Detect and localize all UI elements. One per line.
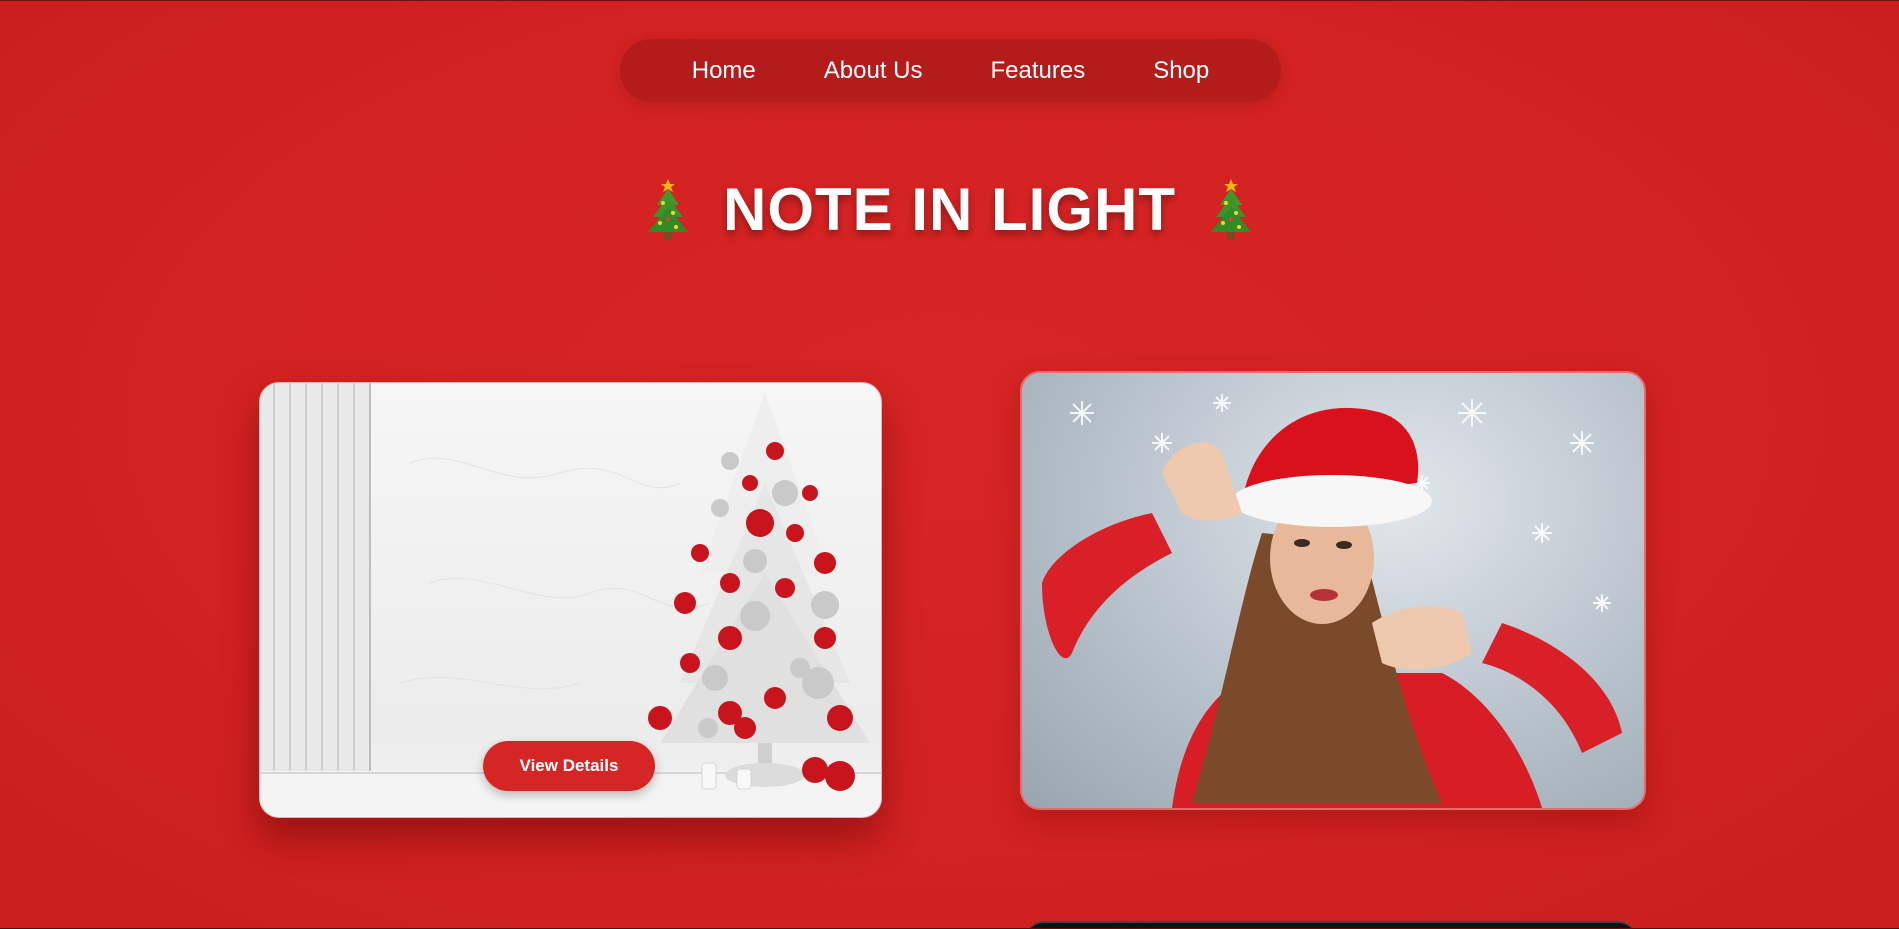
- card-santa-woman[interactable]: [1020, 371, 1646, 810]
- christmas-tree-icon: [1210, 178, 1251, 240]
- top-border: [0, 0, 1899, 1]
- nav-about-us[interactable]: About Us: [790, 39, 957, 102]
- main-nav: Home About Us Features Shop: [620, 39, 1281, 102]
- page-title: NOTE IN LIGHT: [723, 176, 1176, 243]
- nav-features[interactable]: Features: [956, 39, 1119, 102]
- hero-title-row: NOTE IN LIGHT: [0, 175, 1899, 244]
- view-details-button[interactable]: View Details: [483, 741, 655, 791]
- nav-home[interactable]: Home: [658, 39, 790, 102]
- nav-shop[interactable]: Shop: [1119, 39, 1243, 102]
- christmas-tree-icon: [648, 178, 688, 240]
- santa-woman-image: [1042, 394, 1622, 808]
